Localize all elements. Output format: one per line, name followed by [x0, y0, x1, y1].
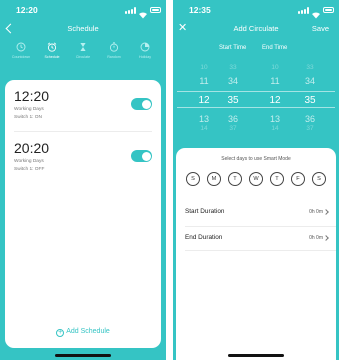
start-time-header: Start Time [219, 45, 247, 51]
picker-value[interactable]: 37 [213, 125, 253, 132]
end-duration-label: End Duration [185, 234, 223, 241]
toggle-knob [141, 151, 151, 161]
schedule-toggle[interactable] [131, 150, 152, 162]
add-circulate-screen: 12:35 ✕ Add Circulate Save Start Time En… [173, 0, 339, 360]
picker-value[interactable]: 35 [213, 95, 253, 106]
save-button[interactable]: Save [312, 24, 329, 33]
schedule-screen: 12:20 Schedule Countdown Schedule Circul… [0, 0, 166, 360]
picker-selection-line [177, 107, 335, 108]
end-duration-row[interactable]: End Duration 0h 0m [176, 226, 336, 250]
schedule-time: 20:20 [14, 140, 50, 156]
clock-icon [16, 42, 26, 52]
schedule-action: Switch 1: ON [14, 115, 42, 120]
settings-sheet: Select days to use Smart Mode S M T W T … [176, 148, 336, 360]
schedule-item[interactable]: 20:20 Working Days Switch 1: OFF [5, 132, 161, 188]
picker-value[interactable]: 10 [255, 64, 295, 71]
add-schedule-button[interactable]: + Add Schedule [5, 328, 161, 337]
toggle-knob [141, 99, 151, 109]
day-monday[interactable]: M [207, 172, 221, 186]
picker-value[interactable]: 36 [213, 114, 253, 124]
end-duration-value: 0h 0m [309, 235, 323, 241]
picker-value[interactable]: 14 [255, 125, 295, 132]
battery-icon [323, 7, 334, 13]
chevron-right-icon [323, 209, 329, 215]
tab-holiday[interactable]: Holiday [132, 42, 158, 59]
status-time: 12:20 [16, 5, 38, 15]
picker-value[interactable]: 34 [290, 76, 330, 86]
navigation-bar: Schedule [0, 20, 166, 36]
picker-value[interactable]: 37 [290, 125, 330, 132]
schedule-action: Switch 1: OFF [14, 167, 45, 172]
tab-label: Countdown [11, 55, 31, 59]
tab-circulate[interactable]: Circulate [70, 42, 96, 59]
day-wednesday[interactable]: W [249, 172, 263, 186]
tab-label: Random [107, 55, 121, 59]
tab-countdown[interactable]: Countdown [8, 42, 34, 59]
battery-icon [150, 7, 161, 13]
schedule-days: Working Days [14, 159, 44, 164]
day-thursday[interactable]: T [270, 172, 284, 186]
hourglass-icon [80, 43, 86, 51]
page-title: Schedule [67, 24, 99, 33]
picker-value[interactable]: 12 [255, 95, 295, 106]
home-indicator [228, 354, 284, 357]
plus-circle-icon: + [56, 329, 65, 337]
schedule-toggle[interactable] [131, 98, 152, 110]
tab-label: Circulate [75, 55, 91, 59]
tab-random[interactable]: Random [101, 42, 127, 59]
start-duration-label: Start Duration [185, 208, 225, 215]
status-time: 12:35 [189, 5, 211, 15]
end-time-header: End Time [262, 45, 288, 51]
day-friday[interactable]: F [291, 172, 305, 186]
start-duration-row[interactable]: Start Duration 0h 0m [176, 200, 336, 224]
chevron-right-icon [323, 235, 329, 241]
picker-value[interactable]: 33 [213, 64, 253, 71]
picker-value[interactable]: 34 [213, 76, 253, 86]
cellular-signal-icon [298, 7, 309, 14]
schedule-list-card: 12:20 Working Days Switch 1: ON 20:20 Wo… [5, 80, 161, 348]
picker-selection-line [177, 91, 335, 92]
mode-tabs: Countdown Schedule Circulate Random Holi… [0, 42, 166, 66]
pie-clock-icon [140, 42, 150, 52]
day-tuesday[interactable]: T [228, 172, 242, 186]
alarm-clock-icon [47, 42, 57, 52]
picker-value[interactable]: 35 [290, 95, 330, 106]
picker-value[interactable]: 13 [255, 114, 295, 124]
add-schedule-label: Add Schedule [66, 328, 110, 335]
tab-schedule[interactable]: Schedule [39, 42, 65, 59]
navigation-bar: ✕ Add Circulate Save [173, 20, 339, 36]
status-bar: 12:20 [0, 5, 166, 19]
stopwatch-icon [109, 42, 119, 52]
picker-value[interactable]: 11 [255, 76, 295, 86]
picker-value[interactable]: 36 [290, 114, 330, 124]
schedule-time: 12:20 [14, 88, 50, 104]
picker-value[interactable]: 33 [290, 64, 330, 71]
status-bar: 12:35 [173, 5, 339, 19]
screen-divider [166, 0, 173, 360]
day-sunday[interactable]: S [186, 172, 200, 186]
tab-label: Holiday [139, 55, 151, 59]
home-indicator [55, 354, 111, 357]
days-label: Select days to use Smart Mode [221, 156, 291, 162]
day-saturday[interactable]: S [312, 172, 326, 186]
cellular-signal-icon [125, 7, 136, 14]
schedule-days: Working Days [14, 107, 44, 112]
tab-label: Schedule [44, 55, 60, 59]
start-duration-value: 0h 0m [309, 209, 323, 215]
schedule-item[interactable]: 12:20 Working Days Switch 1: ON [5, 80, 161, 136]
divider [185, 250, 336, 251]
